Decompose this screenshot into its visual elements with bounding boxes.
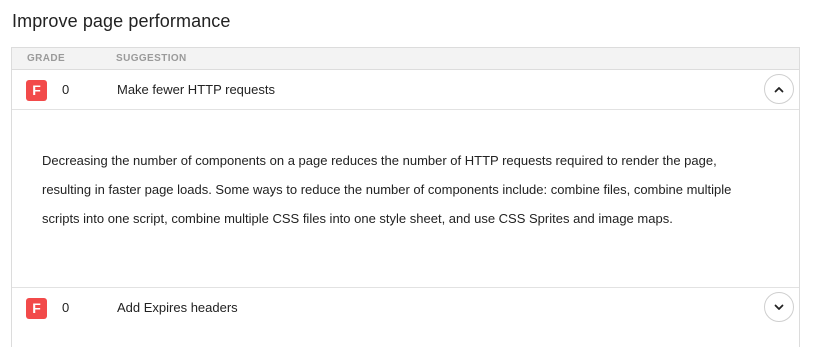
grade-badge: F <box>26 80 47 101</box>
page-title: Improve page performance <box>12 11 231 31</box>
suggestion-title: Make fewer HTTP requests <box>117 82 275 97</box>
suggestions-table: GRADE SUGGESTION F 0 Make fewer HTTP req… <box>11 47 800 347</box>
score-value: 0 <box>62 300 70 315</box>
column-header-suggestion: SUGGESTION <box>116 53 187 64</box>
chevron-up-icon <box>774 86 784 92</box>
table-header: GRADE SUGGESTION <box>12 48 799 70</box>
expand-button[interactable] <box>764 292 794 322</box>
suggestion-title: Add Expires headers <box>117 300 238 315</box>
table-row[interactable]: F 0 Make fewer HTTP requests <box>12 70 799 110</box>
column-header-grade: GRADE <box>27 53 66 64</box>
grade-badge: F <box>26 298 47 319</box>
score-value: 0 <box>62 82 70 97</box>
chevron-down-icon <box>774 304 784 310</box>
suggestion-detail: Decreasing the number of components on a… <box>42 153 732 226</box>
collapse-button[interactable] <box>764 74 794 104</box>
table-row[interactable]: F 0 Add Expires headers <box>12 287 799 327</box>
